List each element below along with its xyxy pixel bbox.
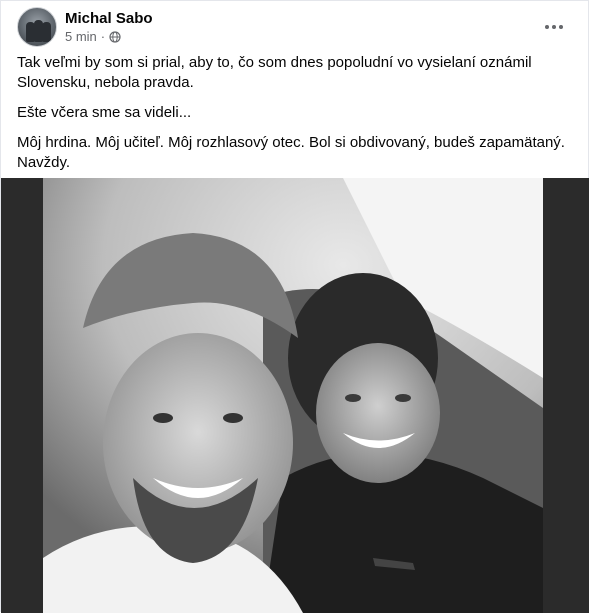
post-photo-container[interactable] — [1, 178, 589, 613]
post-card: Michal Sabo 5 min · Tak veľmi by som si … — [0, 0, 589, 613]
post-photo[interactable] — [43, 178, 543, 613]
more-dot — [559, 25, 563, 29]
more-dot — [552, 25, 556, 29]
meta-separator: · — [100, 29, 106, 44]
post-paragraph: Tak veľmi by som si prial, aby to, čo so… — [17, 54, 532, 91]
post-text: Tak veľmi by som si prial, aby to, čo so… — [17, 53, 572, 183]
post-time[interactable]: 5 min — [65, 29, 97, 44]
avatar-figure — [42, 22, 51, 42]
post-paragraph: Môj hrdina. Môj učiteľ. Môj rozhlasový o… — [17, 134, 565, 171]
post-paragraph: Ešte včera sme sa videli... — [17, 104, 192, 121]
more-dot — [545, 25, 549, 29]
post-header: Michal Sabo 5 min · — [17, 7, 572, 47]
globe-icon[interactable] — [109, 30, 121, 43]
author-avatar[interactable] — [17, 7, 57, 47]
author-name[interactable]: Michal Sabo — [65, 10, 153, 27]
post-meta: 5 min · — [65, 29, 121, 44]
more-options-icon[interactable] — [540, 13, 568, 41]
